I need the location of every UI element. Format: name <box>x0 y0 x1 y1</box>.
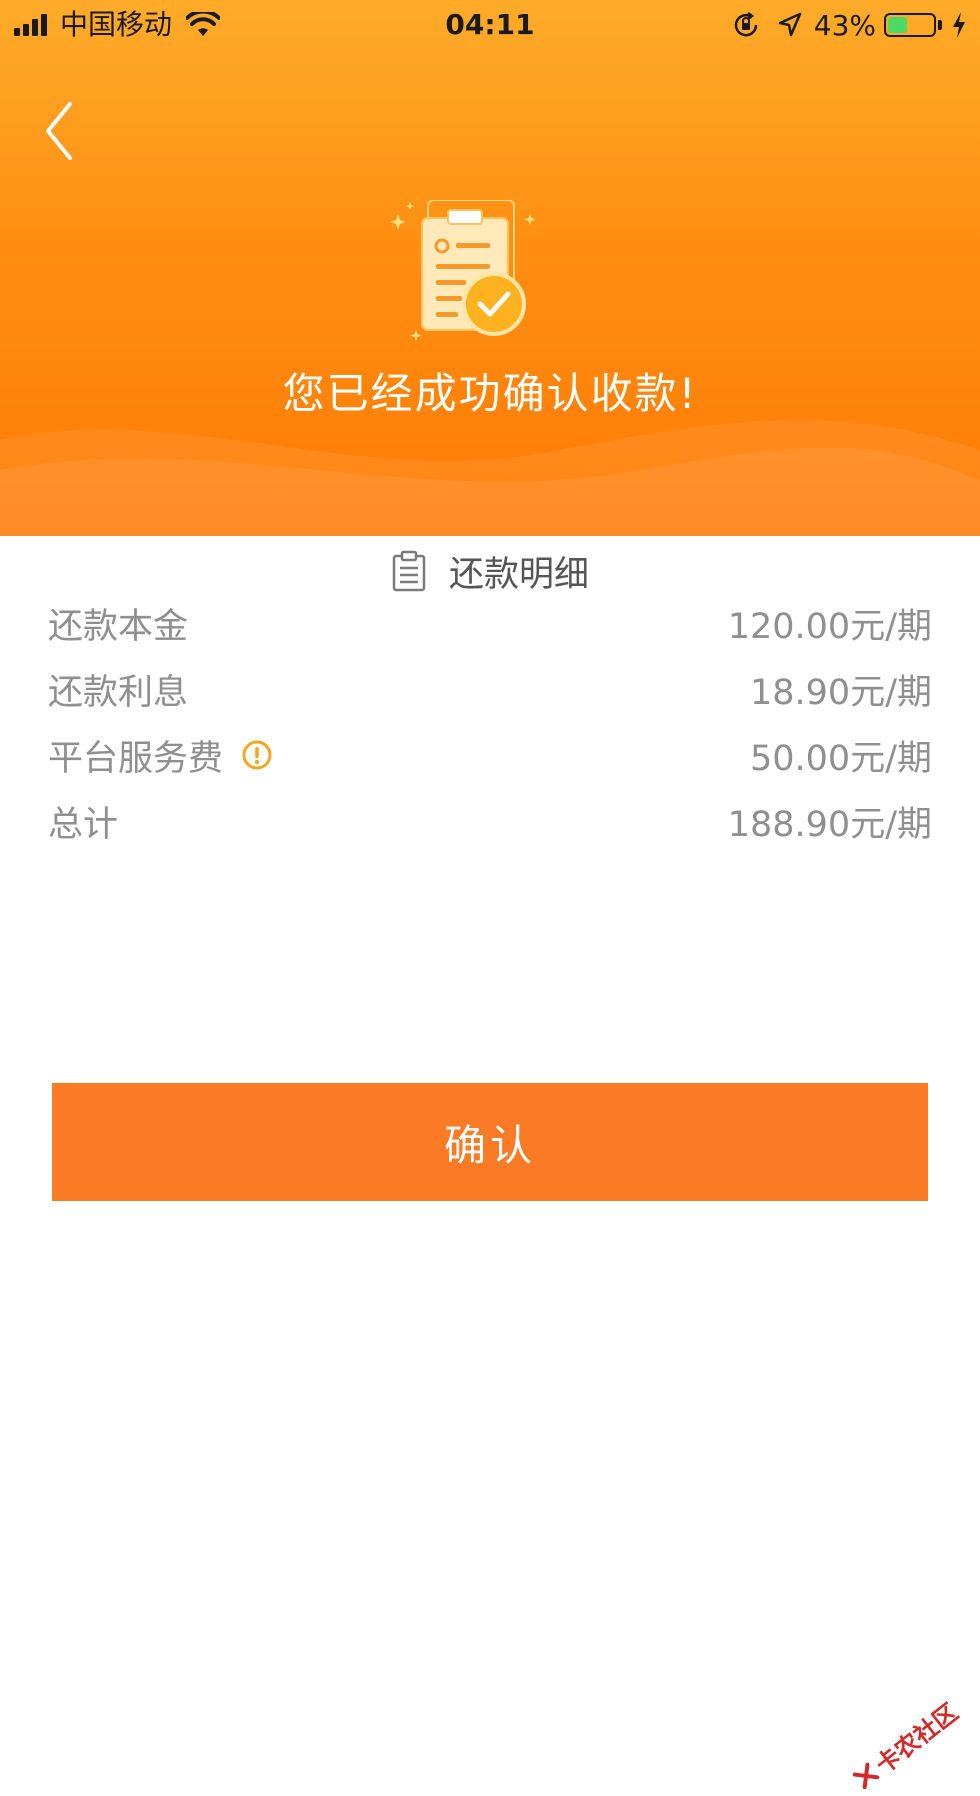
detail-row-total: 总计 188.90元/期 <box>48 788 932 854</box>
battery-percent: 43% <box>813 8 876 42</box>
clipboard-list-icon <box>392 550 426 592</box>
section-title-text: 还款明细 <box>448 554 589 595</box>
status-bar: 中国移动 04:11 43% <box>0 0 980 50</box>
detail-row-principal: 还款本金 120.00元/期 <box>48 590 932 656</box>
watermark: 卡农社区 <box>846 1693 964 1796</box>
detail-label: 还款利息 <box>48 672 189 713</box>
back-button[interactable] <box>36 96 96 166</box>
battery-icon <box>884 13 936 37</box>
clipboard-check-icon <box>390 200 536 341</box>
detail-value: 188.90元/期 <box>727 804 932 845</box>
chevron-left-icon <box>46 102 72 160</box>
detail-label: 总计 <box>48 804 119 845</box>
battery-fill <box>888 17 907 33</box>
detail-row-interest: 还款利息 18.90元/期 <box>48 656 932 722</box>
battery-cap <box>938 20 942 30</box>
detail-label: 平台服务费 <box>48 738 224 779</box>
confirm-button[interactable]: 确认 <box>52 1083 928 1201</box>
orientation-lock-icon <box>734 12 758 37</box>
detail-value: 18.90元/期 <box>750 672 932 713</box>
detail-label: 还款本金 <box>48 606 189 647</box>
detail-value: 120.00元/期 <box>727 606 932 647</box>
repayment-detail-list: 还款本金 120.00元/期 还款利息 18.90元/期 平台服务费 50.00… <box>48 590 932 854</box>
detail-label-group: 平台服务费 <box>48 730 273 781</box>
detail-row-service-fee: 平台服务费 50.00元/期 <box>48 722 932 788</box>
success-message: 您已经成功确认收款! <box>282 369 698 418</box>
detail-value: 50.00元/期 <box>750 738 932 779</box>
exclamation-circle-icon[interactable] <box>241 739 273 771</box>
section-title: 还款明细 <box>0 546 980 596</box>
charging-bolt-icon <box>953 12 965 38</box>
header-banner: 中国移动 04:11 43% 您已经成功确认收款! <box>0 0 980 536</box>
location-arrow-icon <box>778 12 802 37</box>
watermark-text: 卡农社区 <box>870 1698 964 1780</box>
